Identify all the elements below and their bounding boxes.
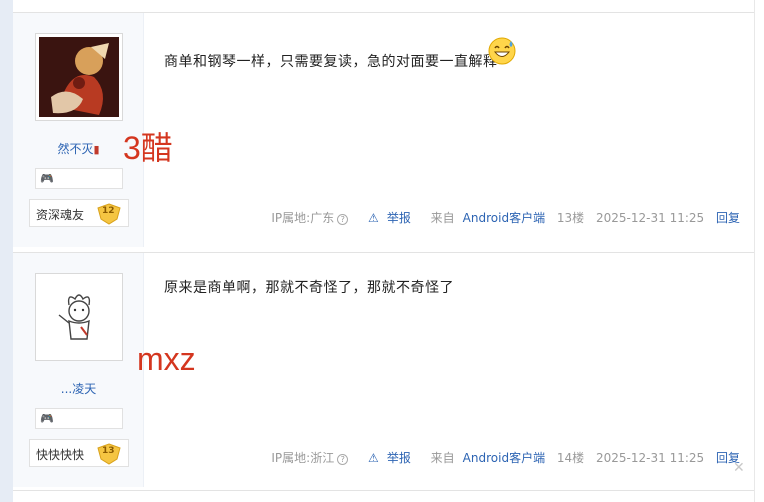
ip-location: IP属地:浙江 [271, 451, 335, 465]
left-stripe [0, 0, 13, 502]
post-meta: IP属地:广东? ⚠ 举报 来自 Android客户端 13楼 2025-12-31… [263, 209, 740, 226]
gamepad-icon: 🎮 [40, 412, 54, 425]
level-badge[interactable]: 快快快快 13 [29, 439, 129, 467]
divider [13, 490, 754, 491]
warning-triangle-icon: ⚠ [368, 211, 379, 225]
level-title: 快快快快 [36, 448, 85, 462]
level-badge[interactable]: 资深魂友 12 [29, 199, 129, 227]
post-floor-14: ...凌天 🎮 快快快快 13 mxz 原来是商单啊，那就不奇怪了，那就不奇怪了… [13, 252, 754, 487]
avatar-image [39, 37, 119, 117]
avatar[interactable] [35, 33, 123, 121]
author-sidebar: ...凌天 🎮 快快快快 13 [13, 253, 144, 487]
post-content: 原来是商单啊，那就不奇怪了，那就不奇怪了 [164, 280, 454, 296]
thread-page: 然不灭▮ 🎮 资深魂友 12 3醋 商单和钢琴一样，只需要复读，急的对面要一直解… [0, 0, 764, 502]
source: 来自 Android客户端 [430, 451, 546, 465]
badge-box[interactable]: 🎮 [35, 168, 123, 189]
grinning-sweat-emoji-icon [488, 37, 516, 69]
close-icon[interactable]: ✕ [733, 460, 745, 476]
post-floor-13: 然不灭▮ 🎮 资深魂友 12 3醋 商单和钢琴一样，只需要复读，急的对面要一直解… [13, 12, 754, 247]
right-divider [754, 0, 755, 502]
post-content: 商单和钢琴一样，只需要复读，急的对面要一直解释 [164, 54, 498, 70]
client-link[interactable]: Android客户端 [463, 451, 545, 465]
ip-location: IP属地:广东 [271, 211, 335, 225]
question-circle-icon[interactable]: ? [337, 214, 349, 225]
overlay-annotation: mxz [137, 341, 196, 377]
post-time: 2025-12-31 11:25 [596, 211, 705, 225]
reply-link[interactable]: 回复 [716, 211, 740, 225]
floor-number: 14楼 [556, 451, 585, 465]
report-link[interactable]: ⚠ 举报 [360, 451, 411, 465]
username[interactable]: ...凌天 [13, 380, 144, 397]
post-time: 2025-12-31 11:25 [596, 451, 705, 465]
post-meta: IP属地:浙江? ⚠ 举报 来自 Android客户端 14楼 2025-12-31… [263, 449, 740, 466]
floor-number: 13楼 [556, 211, 585, 225]
avatar[interactable] [35, 273, 123, 361]
source: 来自 Android客户端 [430, 211, 546, 225]
overlay-annotation: 3醋 [123, 130, 173, 166]
report-link[interactable]: ⚠ 举报 [360, 211, 411, 225]
badge-box[interactable]: 🎮 [35, 408, 123, 429]
level-number: 12 [102, 206, 115, 216]
warning-triangle-icon: ⚠ [368, 451, 379, 465]
avatar-image [39, 277, 119, 357]
client-link[interactable]: Android客户端 [463, 211, 545, 225]
level-number: 13 [102, 446, 115, 456]
gamepad-icon: 🎮 [40, 172, 54, 185]
question-circle-icon[interactable]: ? [337, 454, 349, 465]
level-title: 资深魂友 [36, 208, 85, 222]
lipstick-icon: ▮ [93, 143, 100, 156]
